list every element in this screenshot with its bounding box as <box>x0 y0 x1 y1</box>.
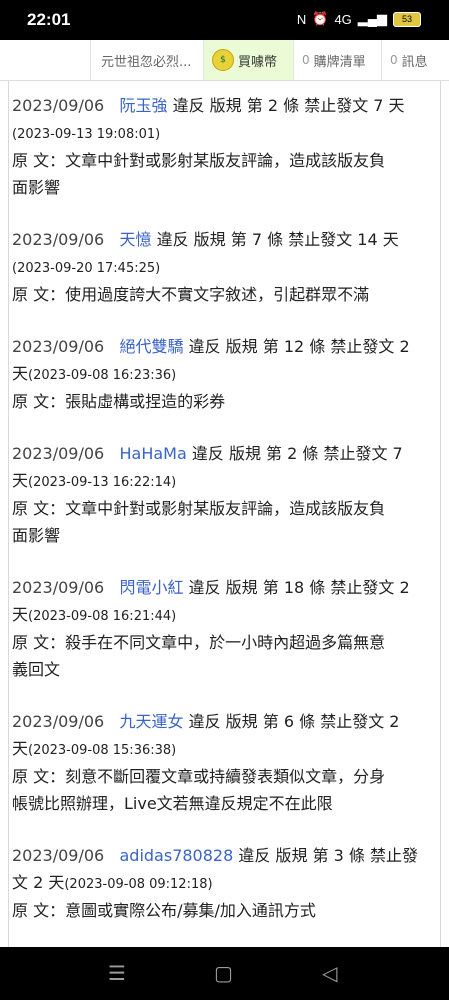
nav-spacer <box>0 40 90 80</box>
entry-timestamp: (2023-09-08 16:23:36) <box>28 367 177 383</box>
entry-reason-cont: 義回文 <box>12 659 61 679</box>
entry-header: 2023/09/06 天憶 違反 版規 第 7 條 禁止發文 14 天 <box>12 227 437 254</box>
entry-days: 文 2 天 <box>12 872 65 892</box>
list-item: 2023/09/06 閃電小紅 違反 版規 第 18 條 禁止發文 2 天(20… <box>12 575 437 683</box>
entry-user-link[interactable]: 閃電小紅 <box>119 578 183 597</box>
entry-days: 天 <box>12 604 29 624</box>
tab-board-title-label: 元世祖忽必烈... <box>101 54 192 70</box>
entry-timestamp: (2023-09-08 15:36:38) <box>28 742 177 758</box>
entry-rule: 違反 版規 第 6 條 禁止發文 2 <box>188 712 400 731</box>
entry-rule: 違反 版規 第 7 條 禁止發文 14 天 <box>156 230 399 249</box>
back-icon[interactable]: ◁ <box>322 961 337 985</box>
entry-header: 2023/09/06 adidas780828 違反 版規 第 3 條 禁止發 <box>12 843 437 870</box>
entry-days: 天 <box>12 470 29 490</box>
entry-reason-cont: 面影響 <box>12 177 61 197</box>
entry-date: 2023/09/06 <box>12 337 105 356</box>
tab-buy-coins-label: 買噱幣 <box>238 54 278 70</box>
menu-icon[interactable]: ☰ <box>108 961 126 985</box>
entry-rule: 違反 版規 第 18 條 禁止發文 2 <box>188 578 410 597</box>
entry-time-line: (2023-09-13 19:08:01) <box>12 120 437 149</box>
list-item: 2023/09/06 絕代雙驕 違反 版規 第 12 條 禁止發文 2 天(20… <box>12 334 437 416</box>
status-icons: N ⏰ 4G ▂▄▆ 53 <box>297 11 421 27</box>
entry-header: 2023/09/06 HaHaMa 違反 版規 第 2 條 禁止發文 7 <box>12 441 437 468</box>
list-item: 2023/09/06 adidas780828 違反 版規 第 3 條 禁止發 … <box>12 843 437 925</box>
messages-count: 0 <box>390 53 398 67</box>
entry-date: 2023/09/06 <box>12 96 105 115</box>
entry-timestamp: (2023-09-13 19:08:01) <box>12 126 161 142</box>
entry-timestamp: (2023-09-20 17:45:25) <box>12 260 161 276</box>
coin-icon: $ <box>212 49 234 71</box>
penalty-list: 2023/09/06 阮玉強 違反 版規 第 2 條 禁止發文 7 天 (202… <box>8 81 441 947</box>
entry-user-link[interactable]: HaHaMa <box>119 444 186 463</box>
entry-date: 2023/09/06 <box>12 712 105 731</box>
entry-header: 2023/09/06 九天運女 違反 版規 第 6 條 禁止發文 2 <box>12 709 437 736</box>
clock: 22:01 <box>27 10 71 29</box>
entry-rule: 違反 版規 第 3 條 禁止發 <box>238 846 418 865</box>
entry-days: 天 <box>12 363 29 383</box>
entry-timestamp: (2023-09-08 09:12:18) <box>64 876 213 892</box>
entry-header: 2023/09/06 絕代雙驕 違反 版規 第 12 條 禁止發文 2 <box>12 334 437 361</box>
entry-timestamp: (2023-09-13 16:22:14) <box>28 474 177 490</box>
list-item: 2023/09/06 天憶 違反 版規 第 7 條 禁止發文 14 天 (202… <box>12 227 437 309</box>
entry-header: 2023/09/06 阮玉強 違反 版規 第 2 條 禁止發文 7 天 <box>12 93 437 120</box>
entry-reason: 原 文：文章中針對或影射某版友評論，造成該版友負 <box>12 499 386 518</box>
entry-reason: 原 文：意圖或實際公布/募集/加入通訊方式 <box>12 901 316 920</box>
entry-time-line: 天(2023-09-08 16:23:36) <box>12 361 437 390</box>
entry-rule: 違反 版規 第 12 條 禁止發文 2 <box>188 337 410 356</box>
entry-user-link[interactable]: 絕代雙驕 <box>119 337 183 356</box>
network-label: 4G <box>334 11 352 27</box>
tab-buy-coins[interactable]: $ 買噱幣 <box>203 40 293 80</box>
entry-reason-cont: 帳號比照辦理，Live文若無違反規定不在此限 <box>12 793 333 813</box>
list-item: 2023/09/06 阮玉強 違反 版規 第 2 條 禁止發文 7 天 (202… <box>12 93 437 201</box>
entry-days: 天 <box>12 738 29 758</box>
entry-header: 2023/09/06 閃電小紅 違反 版規 第 18 條 禁止發文 2 <box>12 575 437 602</box>
top-nav: 元世祖忽必烈... $ 買噱幣 0 購牌清單 0 訊息 <box>0 40 449 81</box>
entry-user-link[interactable]: adidas780828 <box>119 846 233 865</box>
tab-board-title[interactable]: 元世祖忽必烈... <box>90 40 203 80</box>
alarm-icon: ⏰ <box>312 11 329 26</box>
entry-reason: 原 文：殺手在不同文章中，於一小時內超過多篇無意 <box>12 633 386 652</box>
entry-time-line: 天(2023-09-08 16:21:44) <box>12 602 437 631</box>
entry-rule: 違反 版規 第 2 條 禁止發文 7 <box>191 444 403 463</box>
battery-icon: 53 <box>393 11 421 27</box>
entry-reason: 原 文：使用過度誇大不實文字敘述，引起群眾不滿 <box>12 285 370 304</box>
entry-user-link[interactable]: 天憶 <box>119 230 151 249</box>
tab-messages[interactable]: 0 訊息 <box>381 40 449 80</box>
entry-rule: 違反 版規 第 2 條 禁止發文 7 天 <box>172 96 405 115</box>
entry-date: 2023/09/06 <box>12 230 105 249</box>
entry-time-line: (2023-09-20 17:45:25) <box>12 254 437 283</box>
tab-cart[interactable]: 0 購牌清單 <box>293 40 381 80</box>
entry-timestamp: (2023-09-08 16:21:44) <box>28 608 177 624</box>
home-icon[interactable]: ▢ <box>214 961 233 985</box>
list-item: 2023/09/06 九天運女 違反 版規 第 6 條 禁止發文 2 天(202… <box>12 709 437 817</box>
system-nav-bar: ☰ ▢ ◁ <box>0 947 449 1000</box>
entry-reason: 原 文：刻意不斷回覆文章或持續發表類似文章，分身 <box>12 767 386 786</box>
entry-user-link[interactable]: 九天運女 <box>119 712 183 731</box>
list-item: 2023/09/06 HaHaMa 違反 版規 第 2 條 禁止發文 7 天(2… <box>12 441 437 549</box>
entry-time-line: 文 2 天(2023-09-08 09:12:18) <box>12 870 437 899</box>
entry-reason-cont: 面影響 <box>12 525 61 545</box>
entry-user-link[interactable]: 阮玉強 <box>119 96 167 115</box>
entry-date: 2023/09/06 <box>12 846 105 865</box>
entry-reason: 原 文：文章中針對或影射某版友評論，造成該版友負 <box>12 151 386 170</box>
status-bar: 22:01 N ⏰ 4G ▂▄▆ 53 <box>0 0 449 40</box>
tab-messages-label: 訊息 <box>401 54 428 70</box>
entry-date: 2023/09/06 <box>12 444 105 463</box>
entry-reason: 原 文：張貼虛構或捏造的彩券 <box>12 392 226 411</box>
entry-date: 2023/09/06 <box>12 578 105 597</box>
entry-time-line: 天(2023-09-08 15:36:38) <box>12 736 437 765</box>
cart-count: 0 <box>302 53 310 67</box>
nfc-icon: N <box>296 11 307 27</box>
entry-time-line: 天(2023-09-13 16:22:14) <box>12 468 437 497</box>
tab-cart-label: 購牌清單 <box>313 54 366 70</box>
signal-icon: ▂▄▆ <box>357 11 387 26</box>
